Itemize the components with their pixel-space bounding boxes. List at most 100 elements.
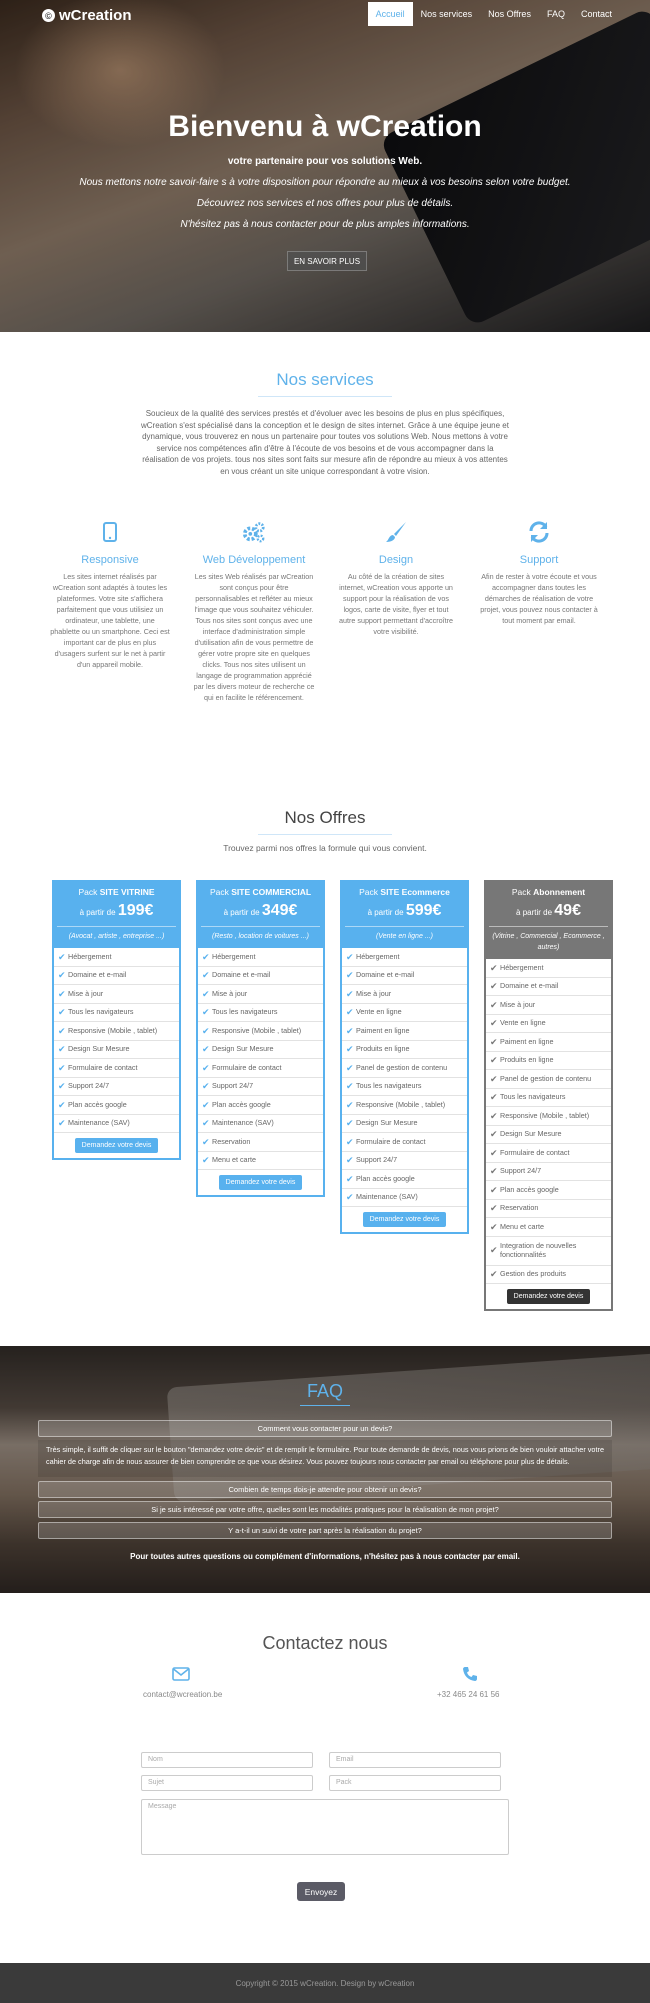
nav-item-contact[interactable]: Contact <box>573 2 620 26</box>
hero-subtitle: votre partenaire pour vos solutions Web. <box>227 156 423 167</box>
service-title: Web Développement <box>202 554 306 566</box>
feature-label: Domaine et e-mail <box>212 970 271 979</box>
feature-label: Plan accès google <box>212 1099 271 1109</box>
feature-label: Hébergement <box>68 951 112 961</box>
contact-title: Contactez nous <box>262 1633 388 1653</box>
feature-label: Design Sur Mesure <box>68 1044 130 1053</box>
email-field[interactable]: Email <box>329 1752 501 1768</box>
nav-item-accueil[interactable]: Accueil <box>367 2 413 26</box>
feature-item: ✔ Produits en ligne <box>342 1041 467 1059</box>
feature-item: ✔ Support 24/7 <box>54 1078 179 1096</box>
feature-label: Tous les navigateurs <box>500 1092 566 1101</box>
feature-label: Menu et carte <box>212 1155 256 1164</box>
feature-item: ✔ Formulaire de contact <box>198 1059 323 1078</box>
offer-card-abonnement: Pack Abonnement à partir de 49€ (Vitrine ,… <box>484 880 613 1311</box>
feature-label: Plan accès google <box>500 1184 559 1194</box>
feature-item: ✔ Paiment en ligne <box>486 1033 611 1052</box>
feature-list: ✔ Hébergement ✔ Domaine et e-mail ✔ Mise à jo… <box>198 948 323 1170</box>
offer-card-header: Pack SITE Ecommerce à partir de 599€ (Vent… <box>342 882 467 948</box>
feature-item: ✔ Plan accès google <box>342 1170 467 1189</box>
request-quote-button[interactable]: Demandez votre devis <box>218 1175 303 1190</box>
feature-item: ✔ Mise à jour <box>54 985 179 1004</box>
faq-question-2[interactable]: Combien de temps dois-je attendre pour o… <box>38 1481 612 1498</box>
faq-question-4[interactable]: Y a-t-il un suivi de votre part après la… <box>38 1522 612 1539</box>
check-icon: ✔ <box>346 951 354 962</box>
check-icon: ✔ <box>346 1025 354 1036</box>
feature-label: Formulaire de contact <box>212 1062 282 1072</box>
faq-title: FAQ <box>306 1381 343 1401</box>
service-web-development: Web Développement Les sites Web réalisés… <box>193 520 315 703</box>
faq-divider <box>300 1405 350 1406</box>
offer-note: (Avocat , artiste , entreprise ...) <box>57 926 176 942</box>
feature-item: ✔ Design Sur Mesure <box>54 1041 179 1059</box>
learn-more-button[interactable]: EN SAVOIR PLUS <box>287 251 367 271</box>
feature-item: ✔ Reservation <box>198 1133 323 1152</box>
feature-label: Menu et carte <box>500 1221 544 1231</box>
offer-pack-label: Pack <box>209 887 229 897</box>
contact-phone[interactable]: +32 465 24 61 56 <box>437 1690 500 1699</box>
feature-item: ✔ Panel de gestion de contenu <box>486 1070 611 1089</box>
service-text: Au côté de la création de sites internet… <box>338 572 454 636</box>
offer-card-commercial: Pack SITE COMMERCIAL à partir de 349€ (Res… <box>196 880 325 1197</box>
nav-item-faq[interactable]: FAQ <box>539 2 573 26</box>
check-icon: ✔ <box>58 1099 66 1110</box>
offer-card-ecommerce: Pack SITE Ecommerce à partir de 599€ (Vent… <box>340 880 469 1234</box>
offer-price: à partir de 349€ <box>201 902 320 920</box>
feature-item: ✔ Domaine et e-mail <box>198 967 323 985</box>
feature-label: Domaine et e-mail <box>68 970 127 979</box>
name-field[interactable]: Nom <box>141 1752 313 1768</box>
check-icon: ✔ <box>346 1155 354 1165</box>
feature-label: Formulaire de contact <box>500 1147 570 1157</box>
faq-question-3[interactable]: Si je suis intéressé par votre offre, qu… <box>38 1501 612 1518</box>
subject-field[interactable]: Sujet <box>141 1775 313 1791</box>
price-value: 349€ <box>261 902 298 919</box>
request-quote-button[interactable]: Demandez votre devis <box>362 1212 447 1227</box>
brand-name: wCreation <box>59 7 132 24</box>
faq-question-1[interactable]: Comment vous contacter pour un devis? <box>38 1420 612 1437</box>
check-icon: ✔ <box>490 962 498 973</box>
pack-field[interactable]: Pack <box>329 1775 501 1791</box>
check-icon: ✔ <box>490 1221 498 1232</box>
offer-card-header: Pack Abonnement à partir de 49€ (Vitrine ,… <box>486 882 611 959</box>
request-quote-button[interactable]: Demandez votre devis <box>74 1138 159 1153</box>
check-icon: ✔ <box>58 1118 66 1128</box>
check-icon: ✔ <box>202 1007 210 1017</box>
contact-email[interactable]: contact@wcreation.be <box>143 1690 222 1699</box>
check-icon: ✔ <box>58 1044 66 1054</box>
feature-label: Support 24/7 <box>356 1155 398 1164</box>
send-button[interactable]: Envoyez <box>297 1882 345 1901</box>
feature-label: Support 24/7 <box>68 1081 110 1090</box>
check-icon: ✔ <box>490 1129 498 1139</box>
check-icon: ✔ <box>490 981 498 991</box>
offers-divider <box>258 834 392 835</box>
nav-item-offres[interactable]: Nos Offres <box>480 2 539 26</box>
service-text: Les sites internet réalisés par wCreatio… <box>50 572 170 669</box>
offer-name: Pack SITE VITRINE <box>57 887 176 897</box>
feature-item: ✔ Responsive (Mobile , tablet) <box>486 1107 611 1126</box>
request-quote-button[interactable]: Demandez votre devis <box>506 1289 591 1304</box>
offer-note: (Vente en ligne ...) <box>345 926 464 942</box>
feature-label: Hébergement <box>356 951 400 961</box>
feature-item: ✔ Gestion des produits <box>486 1266 611 1284</box>
check-icon: ✔ <box>490 1073 498 1084</box>
check-icon: ✔ <box>202 1099 210 1110</box>
check-icon: ✔ <box>490 999 498 1010</box>
offer-note: (Vitrine , Commercial , Ecommerce , autr… <box>489 926 608 953</box>
offers-title: Nos Offres <box>284 808 366 827</box>
brand-logo[interactable]: © wCreation <box>42 7 132 24</box>
feature-item: ✔ Tous les navigateurs <box>198 1004 323 1022</box>
services-title: Nos services <box>276 370 374 389</box>
feature-item: ✔ Mise à jour <box>342 985 467 1004</box>
check-icon: ✔ <box>58 988 66 999</box>
nav-item-services[interactable]: Nos services <box>413 2 481 26</box>
message-field[interactable]: Message <box>141 1799 509 1855</box>
price-value: 49€ <box>554 902 581 919</box>
feature-item: ✔ Responsive (Mobile , tablet) <box>198 1022 323 1041</box>
feature-item: ✔ Hébergement <box>198 948 323 967</box>
feature-item: ✔ Maintenance (SAV) <box>54 1115 179 1133</box>
check-icon: ✔ <box>490 1166 498 1176</box>
check-icon: ✔ <box>58 1025 66 1036</box>
feature-label: Panel de gestion de contenu <box>356 1062 448 1072</box>
feature-item: ✔ Plan accès google <box>486 1181 611 1200</box>
service-text: Afin de rester à votre écoute et vous ac… <box>480 572 598 625</box>
